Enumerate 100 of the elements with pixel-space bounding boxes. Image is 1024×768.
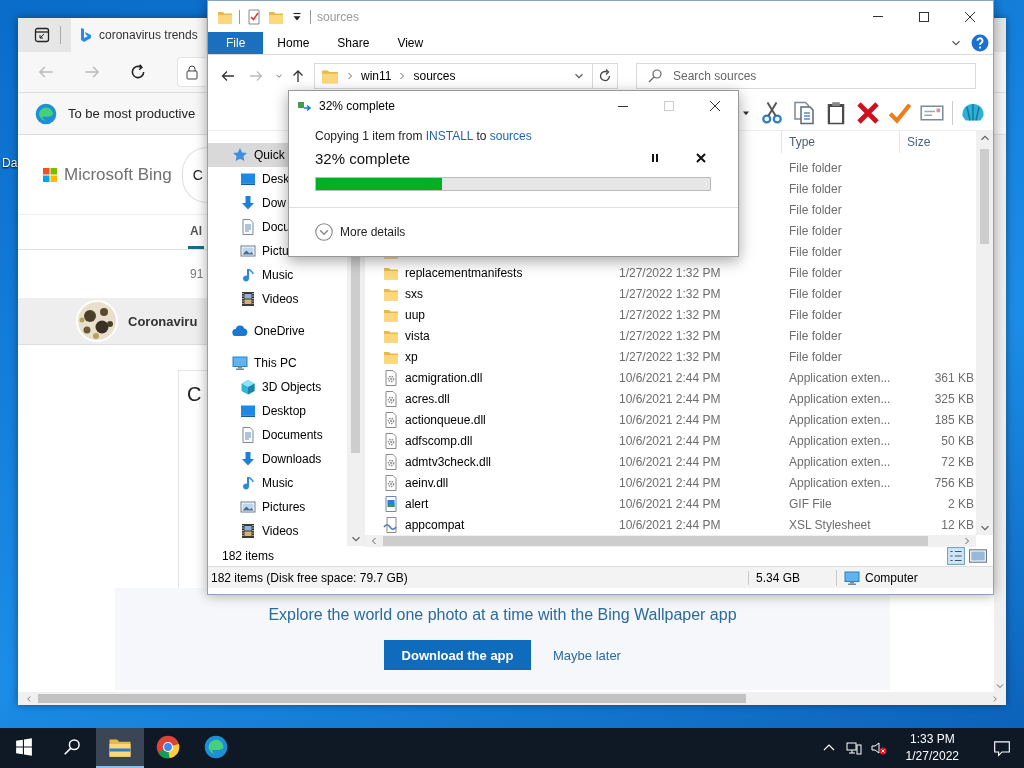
date-modified: 10/6/2021 2:44 PM: [619, 433, 721, 448]
file-name: replacementmanifests: [405, 265, 523, 280]
date-modified: 10/6/2021 2:44 PM: [619, 517, 721, 532]
nav-item[interactable]: Documents: [208, 423, 327, 447]
checklist-icon[interactable]: [246, 8, 262, 25]
ribbon-tab[interactable]: Share: [323, 32, 384, 54]
search-field[interactable]: C: [181, 146, 207, 203]
scroll-thumb[interactable]: [383, 536, 928, 546]
more-details-button[interactable]: More details: [315, 223, 406, 241]
download-icon: [240, 451, 256, 467]
ribbon-tab[interactable]: View: [383, 32, 438, 54]
file-type: Application exten...: [789, 391, 891, 406]
file-type: File folder: [789, 223, 842, 238]
nav-item[interactable]: Desktop: [208, 399, 311, 423]
selection-size: 5.34 GB: [748, 570, 836, 585]
file-type: File folder: [789, 349, 842, 364]
date-modified: 10/6/2021 2:44 PM: [619, 391, 721, 406]
nav-item[interactable]: This PC: [208, 351, 301, 375]
check-icon[interactable]: [888, 101, 912, 125]
maybe-later-link[interactable]: Maybe later: [553, 647, 621, 663]
nav-item[interactable]: Pictures: [208, 495, 310, 519]
expand-circle-icon: [315, 223, 333, 241]
desktop-icon: [240, 403, 256, 419]
copy-icon[interactable]: [792, 101, 816, 125]
scrollbar[interactable]: [18, 692, 1006, 705]
search-field[interactable]: Search sources: [636, 63, 976, 89]
gear-file-icon: [383, 453, 399, 470]
refresh-button[interactable]: [593, 63, 618, 89]
nav-item[interactable]: Videos: [208, 519, 303, 543]
taskbar-app-button[interactable]: [96, 728, 144, 768]
column-header[interactable]: Size: [899, 131, 974, 153]
destination-link[interactable]: sources: [489, 129, 532, 143]
scrollbar[interactable]: [994, 135, 1006, 692]
help-icon[interactable]: [971, 34, 989, 52]
scroll-thumb[interactable]: [38, 694, 746, 703]
download-icon: [240, 195, 256, 211]
document-icon: [240, 219, 256, 235]
file-type: File folder: [789, 328, 842, 343]
file-size: 325 KB: [934, 391, 974, 406]
window-title: sources: [317, 9, 360, 24]
scrollbar[interactable]: [976, 131, 993, 535]
column-header[interactable]: Type: [781, 131, 899, 153]
tab-title: coronavirus trends: [99, 28, 198, 42]
gear-file-icon: [383, 411, 399, 428]
result-count: 91: [190, 267, 204, 281]
file-name: actionqueue.dll: [405, 412, 486, 427]
address-field[interactable]: win11 sources: [314, 63, 593, 89]
nav-tab[interactable]: Al: [188, 224, 204, 249]
windows-logo-icon: [15, 738, 33, 756]
browser-tab[interactable]: coronavirus trends: [71, 18, 206, 52]
item-count: 182 items: [222, 549, 275, 563]
image-icon: [240, 243, 256, 259]
nav-item[interactable]: Dow: [208, 191, 290, 215]
film-icon: [240, 291, 256, 307]
tab-actions-icon[interactable]: [34, 27, 50, 43]
download-button[interactable]: Download the app: [384, 640, 532, 670]
cube-icon: [240, 379, 256, 395]
file-type: File folder: [789, 202, 842, 217]
file-size: 361 KB: [934, 370, 974, 385]
file-name: appcompat: [405, 517, 465, 532]
folder-icon: [321, 67, 339, 85]
file-type: Application exten...: [789, 433, 891, 448]
delete-icon[interactable]: [856, 101, 880, 125]
breadcrumb-item[interactable]: sources: [413, 69, 456, 83]
nav-item[interactable]: Music: [208, 471, 298, 495]
image-file-icon: [383, 495, 399, 512]
refresh-icon: [597, 68, 613, 84]
file-type: File folder: [789, 244, 842, 259]
preview-pane-icon[interactable]: [969, 547, 987, 565]
ribbon-tab[interactable]: Home: [263, 32, 324, 54]
music-note-icon: [240, 267, 256, 283]
refresh-icon[interactable]: [129, 63, 147, 81]
nav-item[interactable]: Music: [208, 263, 298, 287]
circle-logo-icon: [156, 735, 180, 759]
ribbon-tab[interactable]: File: [208, 32, 264, 54]
details-view-icon[interactable]: [947, 547, 965, 565]
file-size: 50 KB: [941, 433, 974, 448]
network-icon[interactable]: [845, 740, 862, 756]
music-note-icon: [240, 475, 256, 491]
gear-file-icon: [383, 474, 399, 491]
breadcrumb-item[interactable]: win11: [361, 69, 392, 83]
back-icon[interactable]: [220, 68, 236, 84]
nav-item[interactable]: Quick: [208, 143, 289, 167]
nav-item[interactable]: 3D Objects: [208, 375, 326, 399]
clock[interactable]: 1:33 PM 1/27/2022: [895, 731, 971, 765]
source-link[interactable]: INSTALL: [425, 129, 474, 143]
scroll-thumb[interactable]: [980, 149, 989, 244]
search-icon: [647, 68, 663, 84]
scrollbar[interactable]: [365, 535, 976, 547]
swirl-logo-icon: [35, 102, 57, 125]
date-modified: 1/27/2022 1:32 PM: [619, 307, 721, 322]
address-field[interactable]: [177, 57, 206, 87]
topic-title: Coronaviru: [128, 313, 198, 329]
muted-speaker-icon[interactable]: [870, 740, 887, 756]
scissors-icon[interactable]: [760, 101, 784, 125]
nav-item[interactable]: OneDrive: [208, 319, 309, 343]
nav-item[interactable]: Videos: [208, 287, 303, 311]
file-name: admtv3check.dll: [405, 454, 492, 469]
file-type: File folder: [789, 265, 842, 280]
nav-item[interactable]: Downloads: [208, 447, 326, 471]
